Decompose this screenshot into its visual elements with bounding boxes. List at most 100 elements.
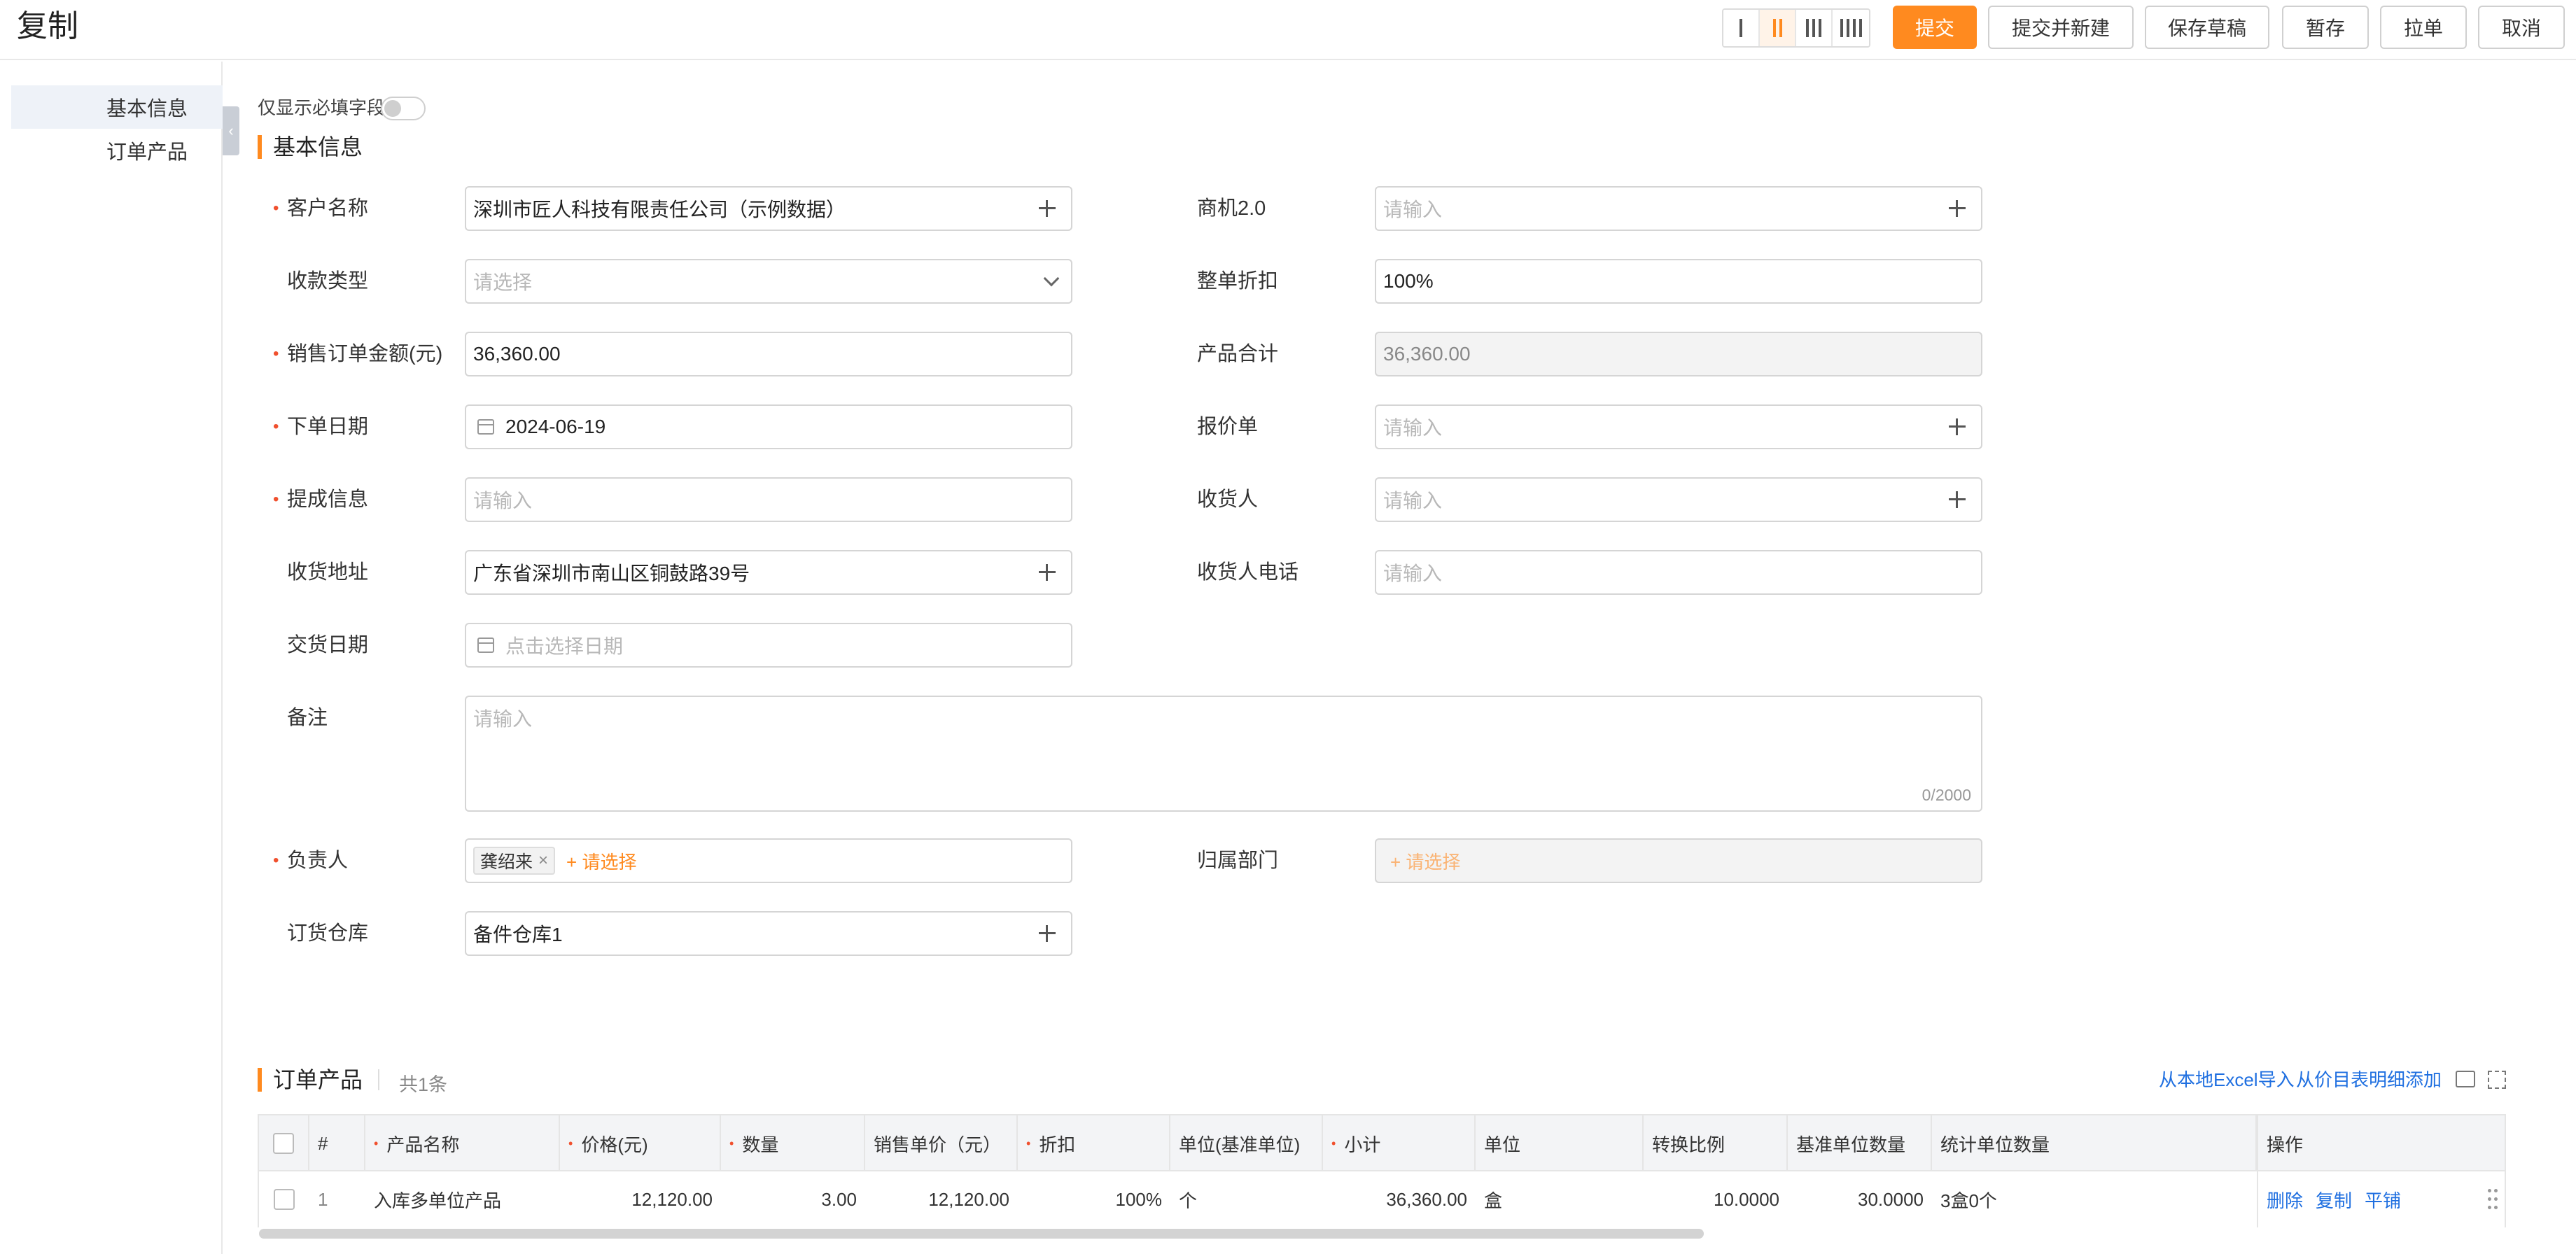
row-product-name[interactable]: 入库多单位产品 bbox=[365, 1171, 560, 1227]
owner-label: 负责人 bbox=[287, 850, 349, 872]
remark-label: 备注 bbox=[287, 707, 328, 729]
owner-add-link[interactable]: + 请选择 bbox=[566, 848, 636, 874]
fullscreen-icon[interactable] bbox=[2488, 1071, 2506, 1089]
submit-button[interactable]: 提交 bbox=[1893, 6, 1977, 49]
opportunity-label: 商机2.0 bbox=[1197, 197, 1266, 220]
three-column-icon[interactable] bbox=[1796, 10, 1833, 46]
row-qty[interactable]: 3.00 bbox=[721, 1171, 865, 1227]
column-layout-switcher bbox=[1722, 8, 1870, 48]
table-header-row: # • 产品名称 • 价格(元) • 数量 销售单价（元） • 折扣 单位(基准单位) … bbox=[259, 1115, 2505, 1171]
remark-placeholder: 请输入 bbox=[473, 708, 533, 730]
keyboard-icon[interactable] bbox=[2456, 1071, 2475, 1087]
required-mark: • bbox=[273, 490, 279, 509]
product-total-field: 36,360.00 bbox=[1375, 332, 1982, 376]
row-discount[interactable]: 100% bbox=[1018, 1171, 1170, 1227]
warehouse-field[interactable]: 备件仓库1 bbox=[465, 911, 1072, 956]
receiver-phone-field[interactable]: 请输入 bbox=[1375, 550, 1982, 595]
customer-field[interactable]: 深圳市匠人科技有限责任公司（示例数据） bbox=[465, 186, 1072, 231]
add-icon[interactable] bbox=[1945, 196, 1970, 221]
row-subtotal[interactable]: 36,360.00 bbox=[1323, 1171, 1476, 1227]
opportunity-field[interactable]: 请输入 bbox=[1375, 186, 1982, 231]
calendar-icon bbox=[477, 637, 494, 653]
add-icon[interactable] bbox=[1035, 921, 1060, 946]
add-icon[interactable] bbox=[1945, 487, 1970, 512]
temp-save-button[interactable]: 暂存 bbox=[2282, 6, 2369, 49]
remark-counter: 0/2000 bbox=[1921, 786, 1971, 804]
pull-order-button[interactable]: 拉单 bbox=[2380, 6, 2467, 49]
row-unit[interactable]: 盒 bbox=[1476, 1171, 1644, 1227]
row-price[interactable]: 12,120.00 bbox=[560, 1171, 721, 1227]
order-date-picker[interactable]: 2024-06-19 bbox=[465, 404, 1072, 449]
row-stat-qty: 3盒0个 bbox=[1940, 1190, 1997, 1211]
commission-field[interactable]: 请输入 bbox=[465, 477, 1072, 522]
cancel-button[interactable]: 取消 bbox=[2478, 6, 2565, 49]
receiver-phone-label: 收货人电话 bbox=[1197, 561, 1299, 584]
receiver-label: 收货人 bbox=[1197, 488, 1259, 511]
delete-row-link[interactable]: 删除 bbox=[2267, 1187, 2303, 1213]
required-only-label: 仅显示必填字段 bbox=[258, 97, 386, 118]
discount-field[interactable]: 100% bbox=[1375, 259, 1982, 304]
receiver-field[interactable]: 请输入 bbox=[1375, 477, 1982, 522]
required-only-toggle[interactable] bbox=[381, 97, 426, 120]
commission-placeholder: 请输入 bbox=[473, 490, 533, 512]
drag-handle-icon[interactable] bbox=[2488, 1189, 2499, 1210]
add-icon[interactable] bbox=[1035, 196, 1060, 221]
quote-field[interactable]: 请输入 bbox=[1375, 404, 1982, 449]
section-accent-bar bbox=[258, 1068, 262, 1092]
discount-label: 整单折扣 bbox=[1197, 270, 1279, 293]
page-title: 复制 bbox=[17, 9, 78, 43]
col-base-qty: 基准单位数量 bbox=[1788, 1115, 1932, 1171]
col-discount: • 折扣 bbox=[1018, 1115, 1170, 1171]
two-column-icon[interactable] bbox=[1760, 10, 1796, 46]
select-all-cell bbox=[259, 1115, 309, 1171]
four-column-icon[interactable] bbox=[1833, 10, 1869, 46]
section-title-basic-info: 基本信息 bbox=[273, 134, 363, 160]
one-column-icon[interactable] bbox=[1723, 10, 1760, 46]
product-total-label: 产品合计 bbox=[1197, 343, 1279, 365]
department-field: + 请选择 bbox=[1375, 838, 1982, 883]
col-unit: 单位 bbox=[1476, 1115, 1644, 1171]
table-horizontal-scrollbar[interactable] bbox=[259, 1229, 1704, 1239]
owner-field[interactable]: 龚绍来 × + 请选择 bbox=[465, 838, 1072, 883]
remark-textarea[interactable]: 请输入 0/2000 bbox=[465, 696, 1982, 812]
order-amount-value: 36,360.00 bbox=[473, 343, 561, 365]
section-nav-sidebar: 基本信息 订单产品 bbox=[0, 62, 223, 1254]
payment-type-select[interactable]: 请选择 bbox=[465, 259, 1072, 304]
address-field[interactable]: 广东省深圳市南山区铜鼓路39号 bbox=[465, 550, 1072, 595]
receiver-phone-placeholder: 请输入 bbox=[1383, 563, 1443, 584]
select-all-checkbox[interactable] bbox=[273, 1133, 294, 1154]
row-checkbox[interactable] bbox=[274, 1189, 295, 1210]
products-table: # • 产品名称 • 价格(元) • 数量 销售单价（元） • 折扣 单位(基准单位) … bbox=[258, 1114, 2506, 1227]
required-mark: • bbox=[273, 344, 279, 363]
delivery-date-picker[interactable]: 点击选择日期 bbox=[465, 623, 1072, 668]
add-from-price-list-link[interactable]: 从价目表明细添加 bbox=[2296, 1068, 2442, 1092]
required-mark: • bbox=[273, 417, 279, 436]
save-draft-button[interactable]: 保存草稿 bbox=[2145, 6, 2269, 49]
tile-row-link[interactable]: 平铺 bbox=[2365, 1187, 2401, 1213]
col-price-label: 价格(元) bbox=[581, 1134, 648, 1155]
nav-item-basic-info[interactable]: 基本信息 bbox=[11, 85, 223, 129]
row-ratio: 10.0000 bbox=[1714, 1188, 1779, 1210]
section-accent-bar bbox=[258, 135, 262, 159]
col-product-name-label: 产品名称 bbox=[386, 1134, 460, 1155]
address-label: 收货地址 bbox=[287, 561, 369, 584]
row-base-qty: 30.0000 bbox=[1858, 1188, 1924, 1210]
col-discount-label: 折扣 bbox=[1039, 1134, 1076, 1155]
products-count: 共1条 bbox=[399, 1074, 448, 1095]
order-amount-field[interactable]: 36,360.00 bbox=[465, 332, 1072, 376]
remove-tag-icon[interactable]: × bbox=[538, 851, 548, 871]
section-title-order-products: 订单产品 bbox=[273, 1067, 363, 1092]
add-icon[interactable] bbox=[1945, 414, 1970, 439]
submit-and-new-button[interactable]: 提交并新建 bbox=[1988, 6, 2134, 49]
add-icon[interactable] bbox=[1035, 560, 1060, 585]
import-excel-link[interactable]: 从本地Excel导入 bbox=[2159, 1068, 2295, 1092]
customer-label: 客户名称 bbox=[287, 197, 369, 220]
copy-row-link[interactable]: 复制 bbox=[2316, 1187, 2352, 1213]
nav-item-order-products[interactable]: 订单产品 bbox=[11, 129, 223, 172]
row-unit-price[interactable]: 12,120.00 bbox=[865, 1171, 1018, 1227]
collapse-sidebar-icon[interactable]: ‹ bbox=[223, 106, 239, 155]
col-subtotal-label: 小计 bbox=[1344, 1134, 1381, 1155]
col-base-unit: 单位(基准单位) bbox=[1170, 1115, 1323, 1171]
owner-tag-label: 龚绍来 bbox=[480, 852, 533, 872]
col-qty: • 数量 bbox=[721, 1115, 865, 1171]
